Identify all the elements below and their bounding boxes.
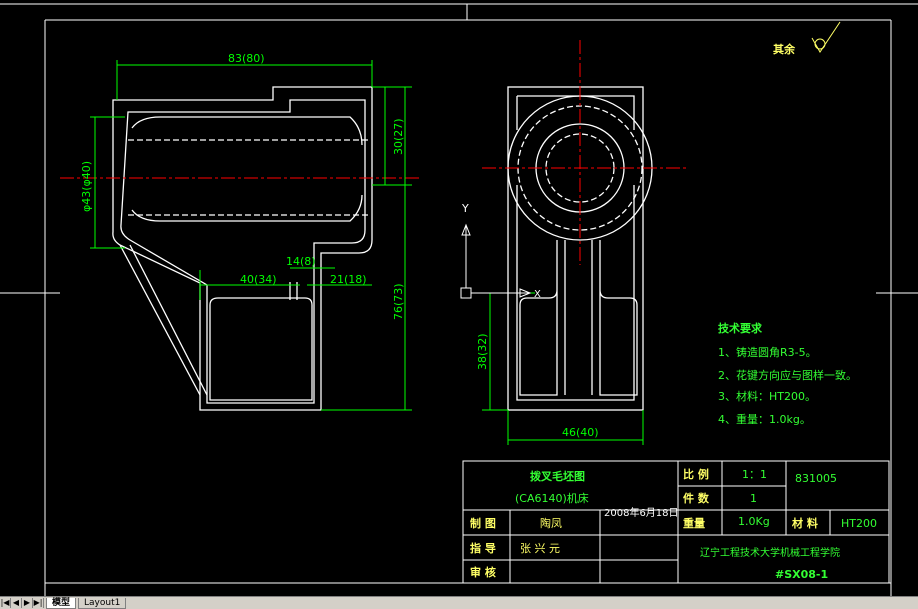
next-tab-button[interactable]: ▶ <box>22 598 33 608</box>
drawing-code: #SX08-1 <box>775 568 828 581</box>
qty-value: 1 <box>750 492 757 505</box>
last-tab-button[interactable]: ▶| <box>33 598 44 608</box>
cad-drawing[interactable]: 83(80) φ43(φ40) 30(27) 76(73) 40(34) 14(… <box>0 0 918 596</box>
drawing-number: 831005 <box>795 472 837 485</box>
guide-label: 指 导 <box>470 541 496 555</box>
machine-name: (CA6140)机床 <box>515 491 589 505</box>
tab-layout1[interactable]: Layout1 <box>78 597 127 609</box>
weight-label: 重量 <box>683 516 705 530</box>
note-item: 3、材料：HT200。 <box>718 389 816 403</box>
tab-model[interactable]: 模型 <box>46 597 77 609</box>
ucs-icon <box>460 223 532 299</box>
school-name: 辽宁工程技术大学机械工程学院 <box>700 546 840 559</box>
draw-label: 制 图 <box>470 516 496 530</box>
front-view <box>112 86 373 411</box>
ucs-x-label: X <box>534 289 541 300</box>
scale-label: 比 例 <box>683 467 709 481</box>
dim-width-21: 21(18) <box>330 273 367 286</box>
weight-value: 1.0Kg <box>738 515 770 528</box>
dim-width-40: 40(34) <box>240 273 277 286</box>
material-value: HT200 <box>841 517 877 530</box>
qty-label: 件 数 <box>683 491 710 505</box>
guide-name: 张 兴 元 <box>520 542 560 555</box>
tech-notes: 技术要求 1、铸造圆角R3-5。 2、花键方向应与图样一致。 3、材料：HT20… <box>718 321 857 426</box>
part-name: 拨叉毛坯图 <box>530 469 585 483</box>
dim-width-46: 46(40) <box>562 426 599 439</box>
dim-height-30: 30(27) <box>392 118 405 155</box>
side-dimensions <box>482 292 644 445</box>
draw-date: 2008年6月18日 <box>604 506 679 519</box>
roughness-icon <box>811 21 841 53</box>
note-item: 1、铸造圆角R3-5。 <box>718 345 817 359</box>
dim-height-76: 76(73) <box>392 283 405 320</box>
roughness-label: 其余 <box>773 42 796 56</box>
prev-tab-button[interactable]: ◀ <box>11 598 22 608</box>
notes-title: 技术要求 <box>718 321 763 335</box>
note-item: 2、花键方向应与图样一致。 <box>718 368 857 382</box>
ucs-y-label: Y <box>461 202 469 215</box>
first-tab-button[interactable]: |◀ <box>0 598 11 608</box>
review-label: 审 核 <box>470 565 496 579</box>
drawing-canvas[interactable]: 83(80) φ43(φ40) 30(27) 76(73) 40(34) 14(… <box>0 0 918 596</box>
drawing-frame <box>0 3 918 596</box>
note-item: 4、重量：1.0kg。 <box>718 412 811 426</box>
dim-width-14: 14(8) <box>286 255 316 268</box>
dim-width-83: 83(80) <box>228 52 265 65</box>
side-centerlines <box>482 40 688 265</box>
scale-value: 1：1 <box>742 468 767 481</box>
drafter-name: 陶凤 <box>540 516 562 530</box>
layout-tab-bar: |◀ ◀ ▶ ▶| 模型 Layout1 <box>0 596 918 609</box>
dim-diameter-43: φ43(φ40) <box>80 161 93 212</box>
dim-height-38: 38(32) <box>476 333 489 370</box>
material-label: 材 料 <box>792 516 818 530</box>
